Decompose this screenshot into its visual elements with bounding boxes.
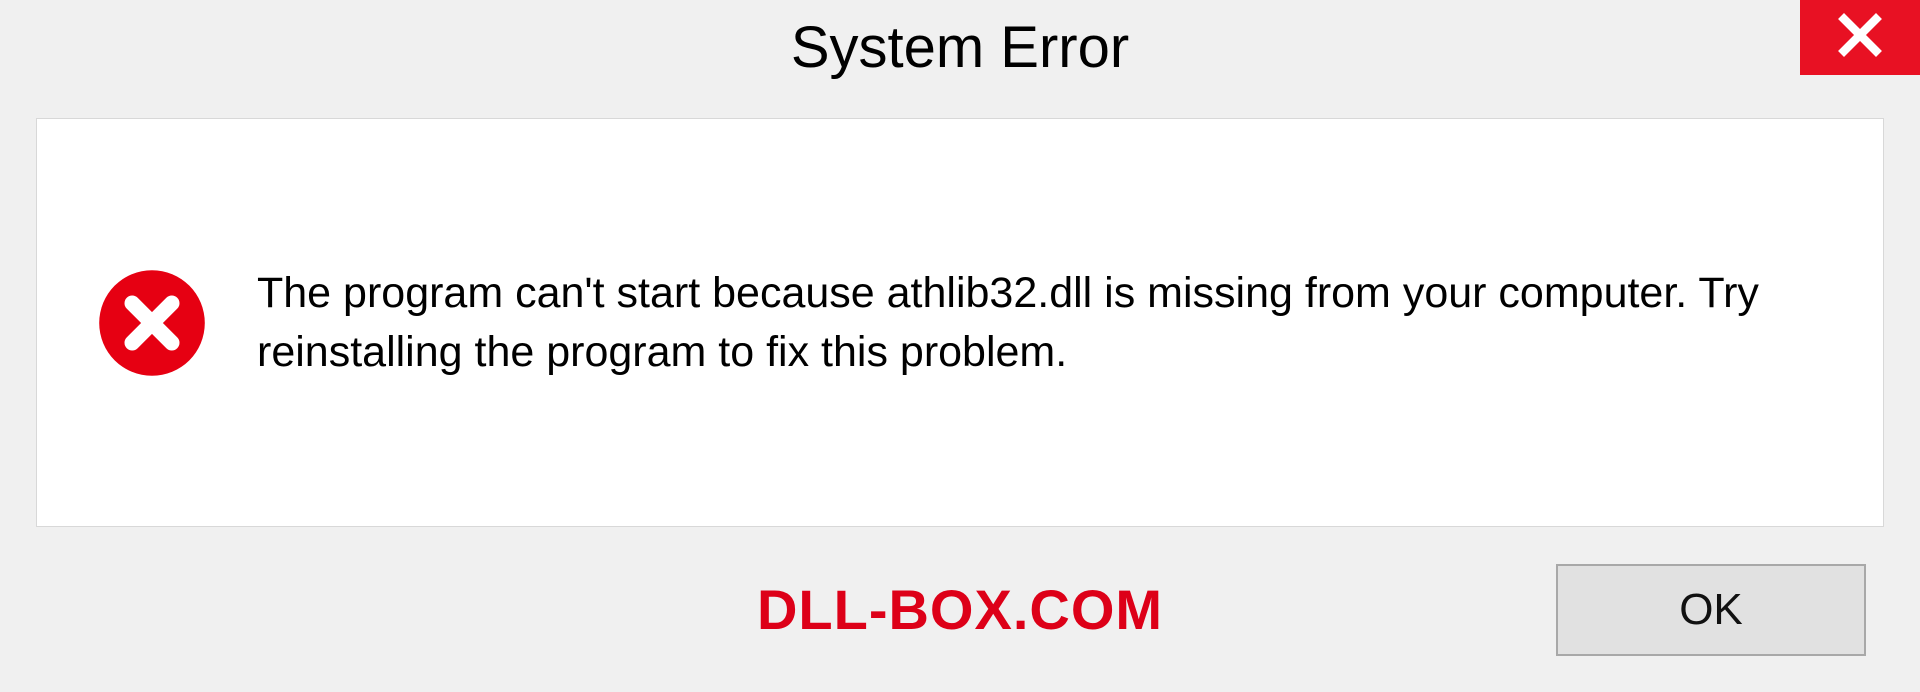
titlebar: System Error — [0, 0, 1920, 100]
ok-button[interactable]: OK — [1556, 564, 1866, 656]
error-dialog: System Error The program can't start bec… — [0, 0, 1920, 692]
window-title: System Error — [791, 14, 1129, 81]
content-panel: The program can't start because athlib32… — [36, 118, 1884, 527]
error-icon — [97, 268, 207, 378]
dialog-footer: DLL-BOX.COM OK — [0, 527, 1920, 692]
watermark-text: DLL-BOX.COM — [757, 577, 1163, 642]
error-message: The program can't start because athlib32… — [257, 264, 1823, 380]
close-button[interactable] — [1800, 0, 1920, 75]
close-icon — [1836, 11, 1884, 64]
